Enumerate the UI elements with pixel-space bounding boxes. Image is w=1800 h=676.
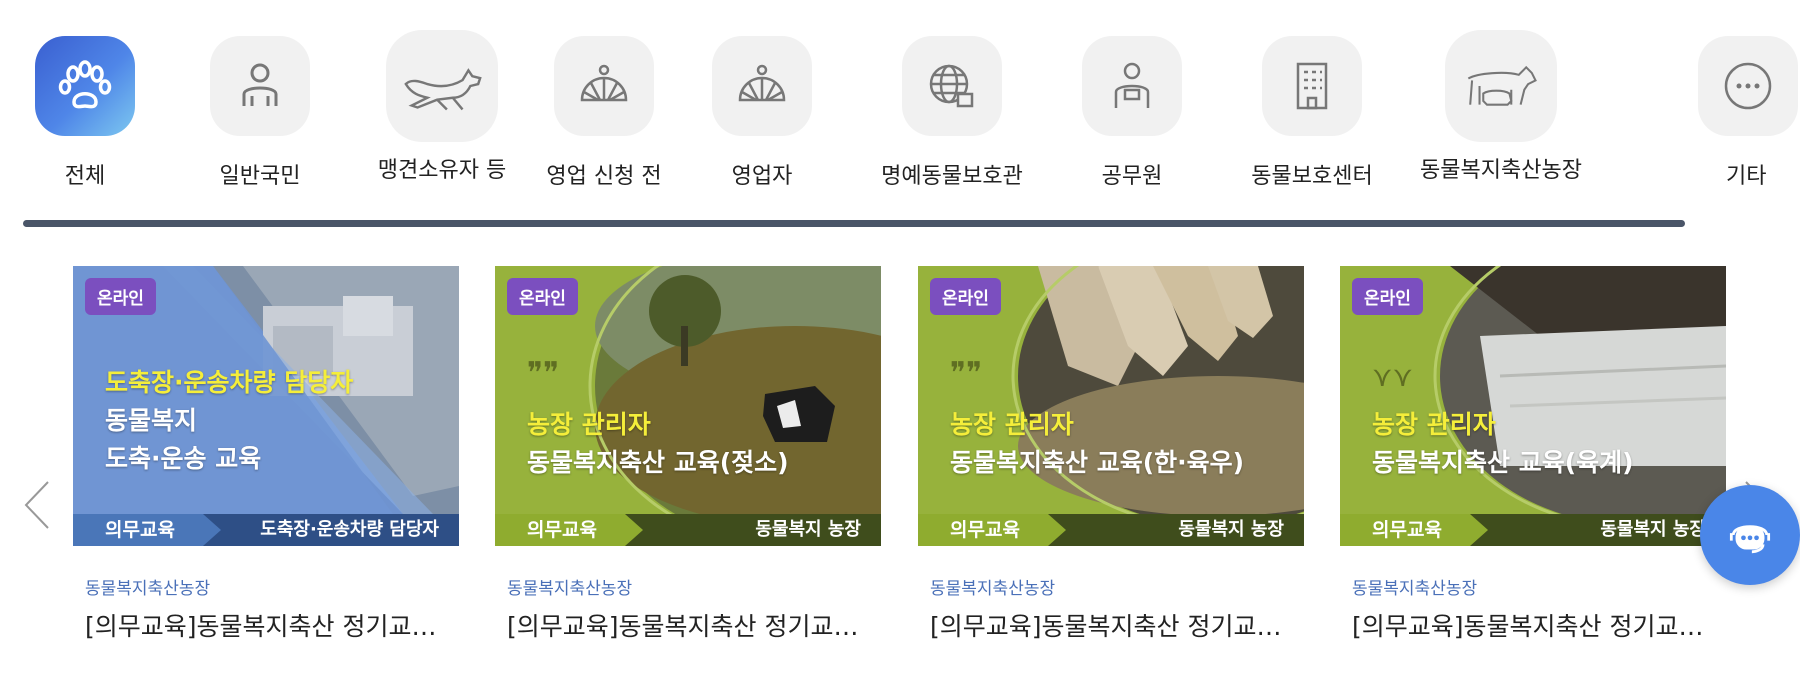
hoofprint-icon: ❞❞ [950,356,983,391]
chat-support-icon [1729,525,1771,554]
sunrise-icon [554,36,654,136]
category-label: 동물복지축산농장 [1420,158,1582,183]
course-card[interactable]: 온라인 도축장·운송차량 담당자 동물복지 도축·운송 교육 의무교육 도축장·… [73,266,459,643]
course-card[interactable]: 온라인 ❞❞ 농장 관리자 동물복지축산 교육(한·육우) 의무교육 동물복지 … [918,266,1304,643]
card-category: 동물복지축산농장 [507,579,633,599]
more-icon [1698,36,1798,136]
card-headline: 도축장·운송차량 담당자 동물복지 도축·운송 교육 [105,368,354,473]
mandatory-tag: 의무교육 [918,514,1066,546]
course-card[interactable]: 온라인 ⋎⋎ 농장 관리자 동물복지축산 교육(육계) 의무교육 동물복지 농장… [1340,266,1726,643]
category-label: 맹견소유자 등 [377,158,507,183]
hoofprint-icon: ❞❞ [527,356,560,391]
online-badge: 온라인 [507,278,578,315]
sunrise-icon [712,36,812,136]
card-title[interactable]: [의무교육]동물복지축산 정기교… [918,607,1304,643]
category-general-public[interactable]: 일반국민 [170,36,350,190]
course-thumbnail: 온라인 ❞❞ 농장 관리자 동물복지축산 교육(한·육우) 의무교육 동물복지 … [918,266,1304,546]
category-before-business-application[interactable]: 영업 신청 전 [514,36,694,190]
category-label: 전체 [64,164,106,189]
horizontal-scrollbar[interactable] [23,220,1685,227]
card-tag-bar: 의무교육 동물복지 농장 [1340,514,1726,546]
card-category: 동물복지축산농장 [1352,579,1478,599]
category-label: 동물보호센터 [1251,164,1373,189]
chicken-footprint-icon: ⋎⋎ [1372,360,1414,393]
card-category: 동물복지축산농장 [85,579,211,599]
online-badge: 온라인 [1352,278,1423,315]
course-card[interactable]: 온라인 ❞❞ 농장 관리자 동물복지축산 교육(젖소) 의무교육 동물복지 농장… [495,266,881,643]
card-tag-bar: 의무교육 동물복지 농장 [495,514,881,546]
card-title[interactable]: [의무교육]동물복지축산 정기교… [73,607,459,643]
card-category: 동물복지축산농장 [930,579,1056,599]
chat-support-button[interactable] [1700,485,1800,585]
category-all[interactable]: 전체 [0,36,175,190]
card-tag-bar: 의무교육 동물복지 농장 [918,514,1304,546]
card-headline: 농장 관리자 동물복지축산 교육(젖소) [527,410,789,477]
card-title[interactable]: [의무교육]동물복지축산 정기교… [1340,607,1726,643]
category-honorary-protector[interactable]: 명예동물보호관 [862,36,1042,190]
mandatory-tag: 의무교육 [73,514,221,546]
dog-icon [386,30,498,142]
online-badge: 온라인 [930,278,1001,315]
category-other[interactable]: 기타 [1660,36,1800,190]
chevron-left-icon[interactable] [20,478,54,532]
category-label: 기타 [1726,164,1767,189]
card-title[interactable]: [의무교육]동물복지축산 정기교… [495,607,881,643]
category-label: 공무원 [1101,164,1163,189]
card-headline: 농장 관리자 동물복지축산 교육(육계) [1372,410,1634,477]
paw-icon [35,36,135,136]
target-tag: 동물복지 농장 [1470,514,1726,546]
category-label: 일반국민 [219,164,301,189]
category-tabs: 전체 일반국민 맹견소유자 등 영업 신청 전 영업자 명예동물보호관 공무원 … [0,0,1800,200]
category-label: 영업자 [731,164,793,189]
target-tag: 동물복지 농장 [625,514,881,546]
category-public-official[interactable]: 공무원 [1042,36,1222,190]
course-thumbnail: 온라인 도축장·운송차량 담당자 동물복지 도축·운송 교육 의무교육 도축장·… [73,266,459,546]
livestock-icon [1445,30,1557,142]
globe-box-icon [902,36,1002,136]
category-label: 명예동물보호관 [881,164,1023,189]
category-label: 영업 신청 전 [546,164,662,189]
mandatory-tag: 의무교육 [1340,514,1488,546]
category-business-operator[interactable]: 영업자 [672,36,852,190]
building-icon [1262,36,1362,136]
target-tag: 동물복지 농장 [1048,514,1304,546]
category-dangerous-dog-owner[interactable]: 맹견소유자 등 [352,30,532,184]
category-animal-protection-center[interactable]: 동물보호센터 [1222,36,1402,190]
target-tag: 도축장·운송차량 담당자 [203,514,459,546]
category-welfare-livestock-farm[interactable]: 동물복지축산농장 [1411,30,1591,184]
course-thumbnail: 온라인 ⋎⋎ 농장 관리자 동물복지축산 교육(육계) 의무교육 동물복지 농장 [1340,266,1726,546]
mandatory-tag: 의무교육 [495,514,643,546]
course-thumbnail: 온라인 ❞❞ 농장 관리자 동물복지축산 교육(젖소) 의무교육 동물복지 농장 [495,266,881,546]
online-badge: 온라인 [85,278,156,315]
card-tag-bar: 의무교육 도축장·운송차량 담당자 [73,514,459,546]
person-icon [210,36,310,136]
card-headline: 농장 관리자 동물복지축산 교육(한·육우) [950,410,1245,477]
officer-icon [1082,36,1182,136]
